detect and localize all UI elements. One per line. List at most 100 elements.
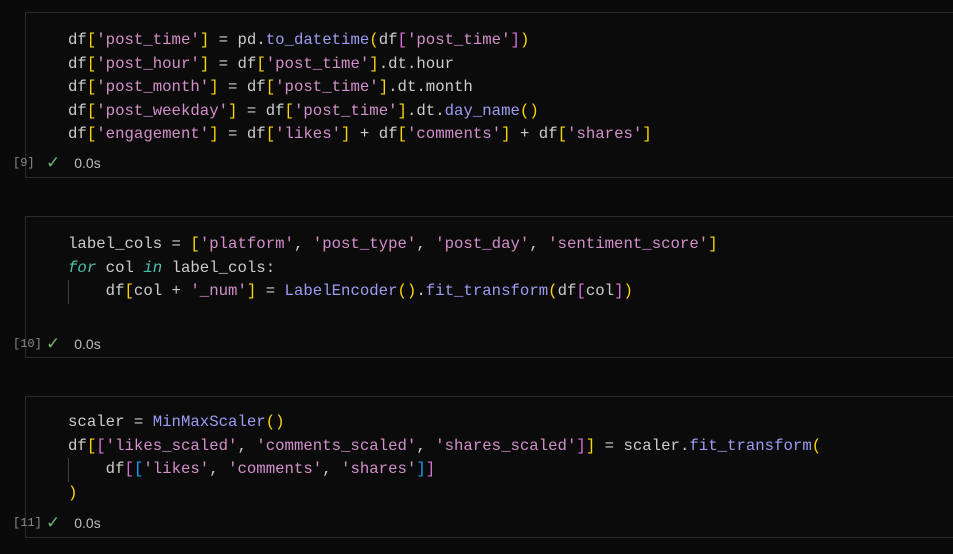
code-line: df['post_hour'] = df['post_time'].dt.hou… xyxy=(68,53,652,77)
code-token: 'post_hour' xyxy=(96,54,200,73)
code-token: 'post_time' xyxy=(265,54,370,73)
code-token: '_num' xyxy=(190,282,247,300)
code-token: [ xyxy=(133,460,144,478)
code-token: [ xyxy=(265,78,276,96)
code-token: LabelEncoder xyxy=(284,282,398,300)
code-token: ] xyxy=(642,125,652,143)
code-token: , xyxy=(416,235,436,253)
code-line: scaler = MinMaxScaler() xyxy=(68,411,821,435)
indent-guide xyxy=(68,280,69,304)
code-token: = scaler. xyxy=(595,436,690,455)
code-token: () xyxy=(265,413,285,431)
code-cell-1[interactable]: [9] df['post_time'] = pd.to_datetime(df[… xyxy=(13,12,953,178)
code-token: 'platform' xyxy=(199,235,294,253)
code-line: ) xyxy=(68,482,821,506)
code-line: for col in label_cols: xyxy=(68,257,718,281)
code-token: [ xyxy=(124,460,134,478)
code-token: label_cols: xyxy=(162,258,276,277)
code-token: [ xyxy=(265,125,276,143)
code-token: df xyxy=(378,31,398,49)
code-token: [ xyxy=(284,101,294,120)
code-token: . xyxy=(416,282,426,300)
code-token: ] xyxy=(708,235,718,253)
code-token: 'shares' xyxy=(341,460,417,478)
code-token: col + xyxy=(133,282,191,300)
code-editor[interactable]: label_cols = ['platform', 'post_type', '… xyxy=(68,233,718,304)
code-token: col xyxy=(585,282,615,300)
code-token: = df xyxy=(237,101,285,120)
code-token: ] xyxy=(246,282,257,300)
code-token: ] xyxy=(416,460,426,478)
code-line: df[col + '_num'] = LabelEncoder().fit_tr… xyxy=(68,280,718,304)
code-token: [ xyxy=(86,101,97,120)
execution-duration: 0.0s xyxy=(74,336,101,352)
check-icon: ✓ xyxy=(46,334,61,353)
execution-duration: 0.0s xyxy=(74,515,101,531)
code-token: [ xyxy=(96,436,106,455)
code-token: ] xyxy=(614,282,624,300)
code-token: 'post_time' xyxy=(275,78,379,96)
code-token: 'post_time' xyxy=(406,31,511,49)
code-token: ( xyxy=(548,282,558,300)
code-token: 'likes_scaled' xyxy=(105,436,238,455)
code-token: scaler = xyxy=(68,413,153,431)
check-icon: ✓ xyxy=(46,513,61,532)
code-token: 'sentiment_score' xyxy=(548,235,709,253)
code-token: fit_transform xyxy=(689,436,812,455)
code-token: ] xyxy=(199,31,210,49)
code-token: = df xyxy=(218,78,266,96)
code-token: ] xyxy=(501,125,511,143)
code-token: = df xyxy=(209,54,257,73)
code-editor[interactable]: scaler = MinMaxScaler() df[['likes_scaled… xyxy=(68,411,821,505)
code-token: [ xyxy=(86,125,97,143)
code-token: [ xyxy=(397,31,407,49)
code-line: df['post_weekday'] = df['post_time'].dt.… xyxy=(68,100,652,124)
code-token: df xyxy=(68,101,87,120)
code-token: df xyxy=(68,78,87,96)
code-token: () xyxy=(519,101,539,120)
code-token: to_datetime xyxy=(265,31,370,49)
code-token: ( xyxy=(369,31,379,49)
execution-duration: 0.0s xyxy=(74,155,101,171)
code-line: label_cols = ['platform', 'post_type', '… xyxy=(68,233,718,257)
code-token: 'comments' xyxy=(406,125,502,143)
code-line: df['engagement'] = df['likes'] + df['com… xyxy=(68,123,652,147)
code-token: for xyxy=(68,258,97,277)
check-icon: ✓ xyxy=(46,153,61,172)
code-token: 'engagement' xyxy=(96,125,210,143)
code-token: ) xyxy=(623,282,633,300)
code-token: [ xyxy=(86,54,97,73)
code-line: df['post_time'] = pd.to_datetime(df['pos… xyxy=(68,29,652,53)
code-token: [ xyxy=(397,125,407,143)
code-token: () xyxy=(397,282,417,300)
code-token: , xyxy=(529,235,549,253)
code-token: , xyxy=(416,436,436,455)
execution-count: [11] xyxy=(13,516,42,530)
code-token: + df xyxy=(350,125,398,143)
code-token: + df xyxy=(510,125,558,143)
code-line: df['post_month'] = df['post_time'].dt.mo… xyxy=(68,76,652,100)
code-token: [ xyxy=(86,436,97,455)
cell-status: ✓ 0.0s xyxy=(46,334,101,354)
indent-guide xyxy=(68,458,69,482)
code-token: .dt.hour xyxy=(378,54,455,73)
code-token: df xyxy=(68,31,87,49)
execution-count: [9] xyxy=(13,156,35,170)
code-cell-3[interactable]: [11] scaler = MinMaxScaler() df[['likes_s… xyxy=(13,396,953,538)
code-token: 'likes' xyxy=(143,460,210,478)
code-token: 'post_weekday' xyxy=(96,101,229,120)
code-token: ] xyxy=(397,101,407,120)
code-token: 'comments_scaled' xyxy=(256,436,417,455)
code-token: , xyxy=(209,460,229,478)
code-token: .dt.month xyxy=(388,78,473,96)
code-editor[interactable]: df['post_time'] = pd.to_datetime(df['pos… xyxy=(68,29,652,147)
code-token: 'shares_scaled' xyxy=(435,436,577,455)
code-token: label_cols = xyxy=(68,235,191,253)
code-token: = pd. xyxy=(209,31,266,49)
code-token: 'post_time' xyxy=(96,31,200,49)
code-token: df xyxy=(557,282,577,300)
code-token: ( xyxy=(811,436,822,455)
code-token: [ xyxy=(124,282,134,300)
code-cell-2[interactable]: [10] label_cols = ['platform', 'post_typ… xyxy=(13,216,953,358)
code-token: 'likes' xyxy=(275,125,342,143)
